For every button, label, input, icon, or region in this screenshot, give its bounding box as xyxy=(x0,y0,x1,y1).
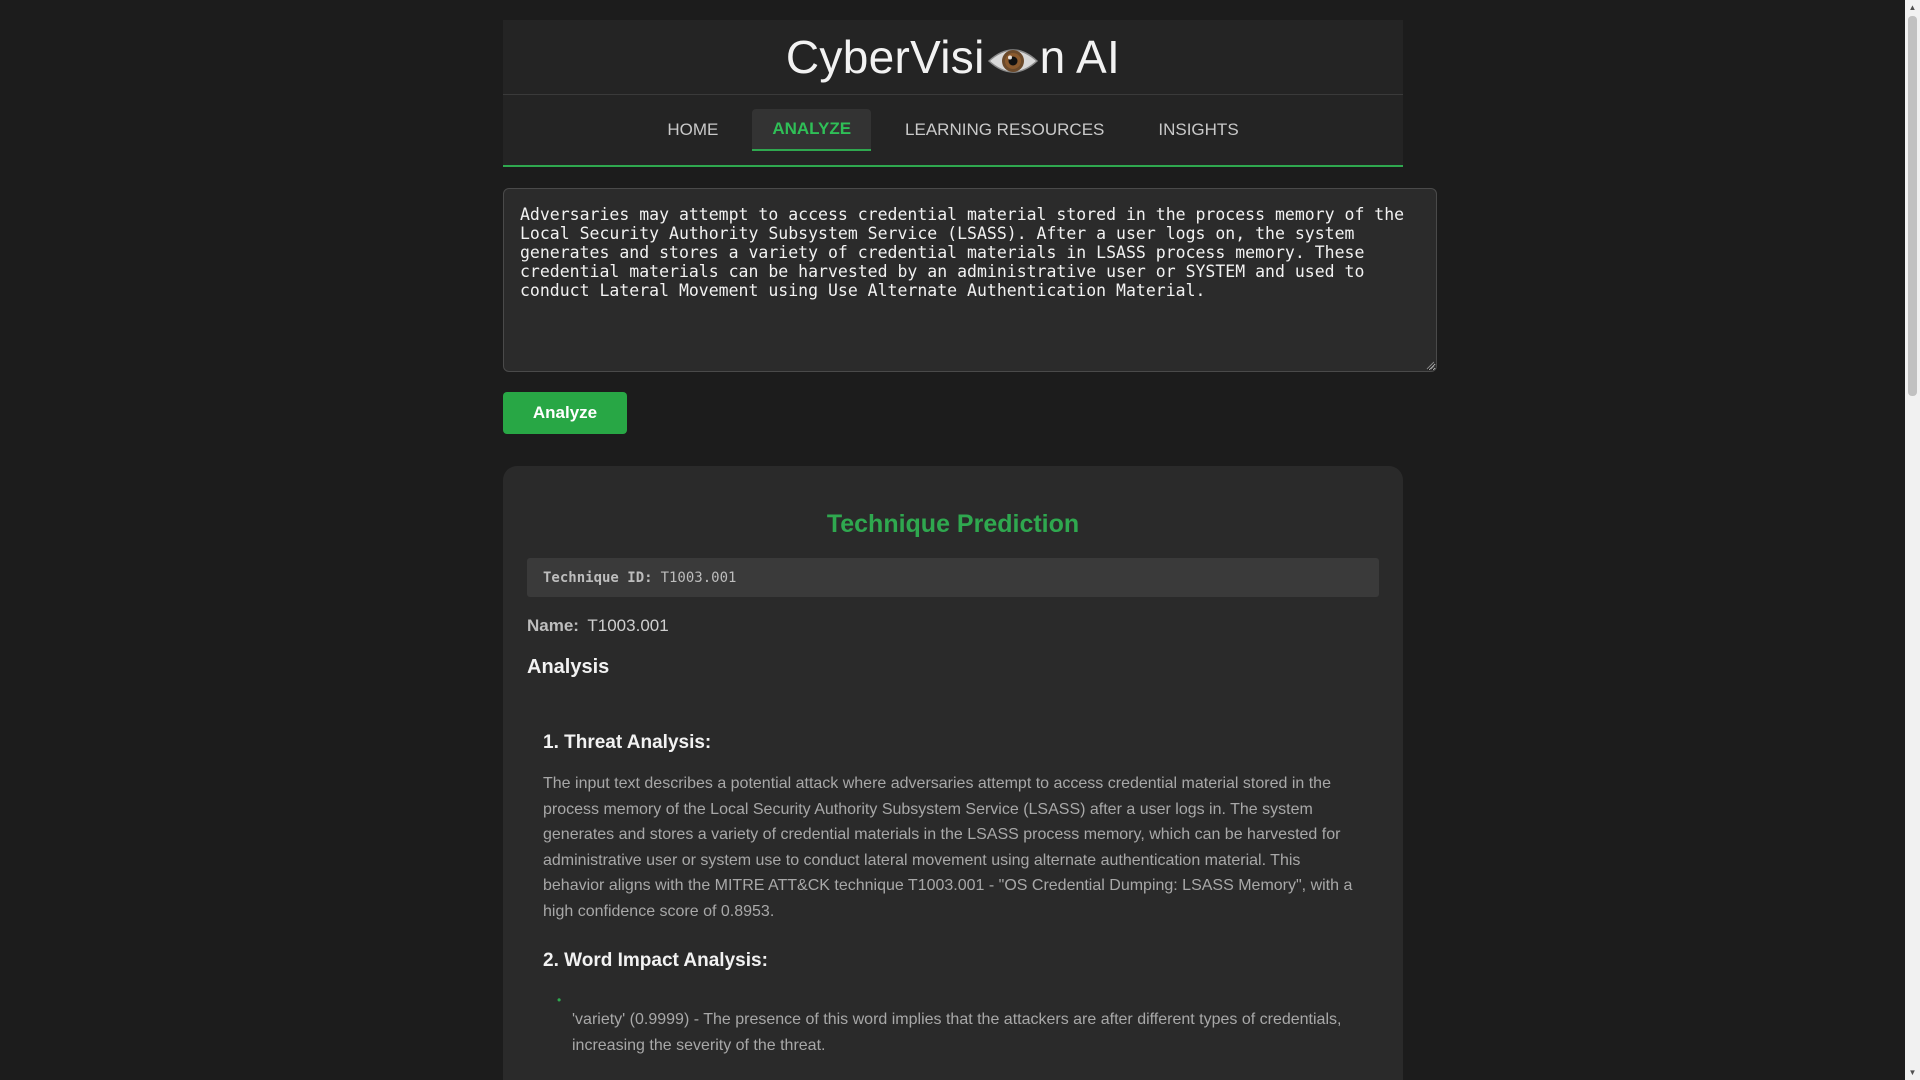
threat-text-input[interactable] xyxy=(503,188,1437,372)
bullet-icon: • xyxy=(557,993,562,1007)
app-header: CyberVisi n AI xyxy=(503,20,1403,95)
page-scrollbar[interactable]: ▲ ▼ xyxy=(1905,0,1920,1080)
nav-learning-resources[interactable]: LEARNING RESOURCES xyxy=(885,110,1124,150)
technique-id-value: T1003.001 xyxy=(660,569,737,586)
word-impact-item: 'variety' (0.9999) - The presence of thi… xyxy=(572,1011,1342,1054)
resize-grip-icon[interactable] xyxy=(1426,361,1435,370)
technique-name-row: Name: T1003.001 xyxy=(527,616,669,636)
nav-home[interactable]: HOME xyxy=(647,110,738,150)
nav-analyze[interactable]: ANALYZE xyxy=(752,109,872,151)
eye-icon xyxy=(987,38,1039,78)
scroll-up-icon[interactable]: ▲ xyxy=(1905,0,1920,15)
title-suffix: n AI xyxy=(1039,31,1121,83)
title-prefix: CyberVisi xyxy=(785,31,985,83)
page: CyberVisi n AI HOME ANALYZE LEARNING RES… xyxy=(0,0,1920,1080)
technique-name-label: Name: xyxy=(527,616,579,635)
threat-analysis-heading: 1. Threat Analysis: xyxy=(543,732,712,753)
scroll-thumb[interactable] xyxy=(1908,16,1917,396)
threat-analysis-text: The input text describes a potential att… xyxy=(543,775,1353,920)
prediction-title: Technique Prediction xyxy=(826,510,1080,538)
technique-name-value: T1003.001 xyxy=(587,616,669,635)
scroll-down-icon[interactable]: ▼ xyxy=(1905,1065,1920,1080)
nav-insights[interactable]: INSIGHTS xyxy=(1138,110,1258,150)
analyze-button[interactable]: Analyze xyxy=(503,392,627,434)
word-impact-heading: 2. Word Impact Analysis: xyxy=(543,950,768,971)
app-title: CyberVisi n AI xyxy=(786,30,1120,84)
technique-id-box: Technique ID: T1003.001 xyxy=(527,558,1379,597)
analysis-heading: Analysis xyxy=(527,656,610,678)
prediction-card: Technique Prediction Technique ID: T1003… xyxy=(503,466,1403,1080)
main-nav: HOME ANALYZE LEARNING RESOURCES INSIGHTS xyxy=(503,95,1403,167)
technique-id-label: Technique ID: xyxy=(543,569,653,586)
